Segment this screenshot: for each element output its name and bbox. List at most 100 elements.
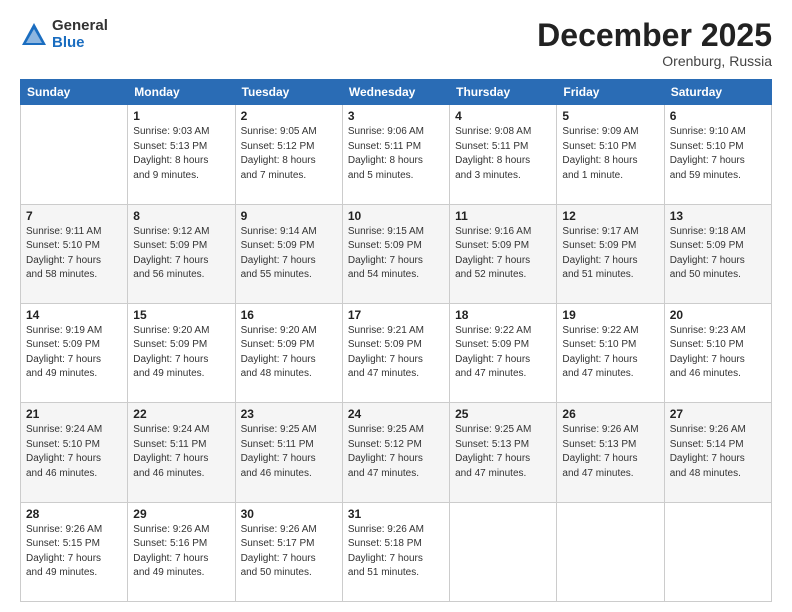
calendar-cell: 4 Sunrise: 9:08 AM Sunset: 5:11 PM Daylig… [450, 105, 557, 204]
calendar-cell [21, 105, 128, 204]
day-info: Sunrise: 9:26 AM Sunset: 5:17 PM Dayligh… [241, 523, 337, 581]
day-info: Sunrise: 9:11 AM Sunset: 5:10 PM Dayligh… [26, 225, 122, 283]
day-info: Sunrise: 9:22 AM Sunset: 5:09 PM Dayligh… [455, 324, 551, 382]
calendar-cell: 11 Sunrise: 9:16 AM Sunset: 5:09 PM Dayli… [450, 204, 557, 303]
calendar-cell: 25 Sunrise: 9:25 AM Sunset: 5:13 PM Dayli… [450, 403, 557, 502]
day-number: 6 [670, 109, 766, 123]
calendar-cell: 5Sunrise: 9:09 AM Sunset: 5:10 PM Daylig… [557, 105, 664, 204]
calendar-header: SundayMondayTuesdayWednesdayThursdayFrid… [21, 80, 772, 105]
calendar-cell: 8 Sunrise: 9:12 AM Sunset: 5:09 PM Daylig… [128, 204, 235, 303]
day-number: 16 [241, 308, 337, 322]
calendar-cell: 14 Sunrise: 9:19 AM Sunset: 5:09 PM Dayli… [21, 303, 128, 402]
header: General Blue December 2025 Orenburg, Rus… [20, 18, 772, 69]
calendar-cell: 6 Sunrise: 9:10 AM Sunset: 5:10 PM Daylig… [664, 105, 771, 204]
day-number: 27 [670, 407, 766, 421]
calendar-body: 1 Sunrise: 9:03 AM Sunset: 5:13 PM Daylig… [21, 105, 772, 602]
calendar-cell [664, 502, 771, 601]
day-info: Sunrise: 9:25 AM Sunset: 5:13 PM Dayligh… [455, 423, 551, 481]
calendar-cell: 9 Sunrise: 9:14 AM Sunset: 5:09 PM Daylig… [235, 204, 342, 303]
calendar-cell: 27 Sunrise: 9:26 AM Sunset: 5:14 PM Dayli… [664, 403, 771, 502]
calendar-cell: 15 Sunrise: 9:20 AM Sunset: 5:09 PM Dayli… [128, 303, 235, 402]
calendar-cell [450, 502, 557, 601]
day-info: Sunrise: 9:19 AM Sunset: 5:09 PM Dayligh… [26, 324, 122, 382]
day-info: Sunrise: 9:26 AM Sunset: 5:18 PM Dayligh… [348, 523, 444, 581]
day-info: Sunrise: 9:10 AM Sunset: 5:10 PM Dayligh… [670, 125, 766, 183]
day-number: 17 [348, 308, 444, 322]
day-info: Sunrise: 9:21 AM Sunset: 5:09 PM Dayligh… [348, 324, 444, 382]
day-number: 23 [241, 407, 337, 421]
calendar-cell: 28Sunrise: 9:26 AM Sunset: 5:15 PM Dayli… [21, 502, 128, 601]
day-number: 25 [455, 407, 551, 421]
day-info: Sunrise: 9:26 AM Sunset: 5:16 PM Dayligh… [133, 523, 229, 581]
col-header-sunday: Sunday [21, 80, 128, 105]
calendar-cell: 30 Sunrise: 9:26 AM Sunset: 5:17 PM Dayli… [235, 502, 342, 601]
day-info: Sunrise: 9:24 AM Sunset: 5:11 PM Dayligh… [133, 423, 229, 481]
day-number: 4 [455, 109, 551, 123]
col-header-friday: Friday [557, 80, 664, 105]
day-number: 14 [26, 308, 122, 322]
calendar-cell: 19Sunrise: 9:22 AM Sunset: 5:10 PM Dayli… [557, 303, 664, 402]
week-row-3: 21Sunrise: 9:24 AM Sunset: 5:10 PM Dayli… [21, 403, 772, 502]
day-info: Sunrise: 9:08 AM Sunset: 5:11 PM Dayligh… [455, 125, 551, 183]
day-number: 1 [133, 109, 229, 123]
day-info: Sunrise: 9:03 AM Sunset: 5:13 PM Dayligh… [133, 125, 229, 183]
col-header-wednesday: Wednesday [342, 80, 449, 105]
day-number: 7 [26, 209, 122, 223]
day-number: 21 [26, 407, 122, 421]
calendar-cell: 2 Sunrise: 9:05 AM Sunset: 5:12 PM Daylig… [235, 105, 342, 204]
calendar-cell: 13Sunrise: 9:18 AM Sunset: 5:09 PM Dayli… [664, 204, 771, 303]
day-info: Sunrise: 9:26 AM Sunset: 5:14 PM Dayligh… [670, 423, 766, 481]
day-info: Sunrise: 9:17 AM Sunset: 5:09 PM Dayligh… [562, 225, 658, 283]
col-header-tuesday: Tuesday [235, 80, 342, 105]
day-info: Sunrise: 9:25 AM Sunset: 5:11 PM Dayligh… [241, 423, 337, 481]
day-number: 8 [133, 209, 229, 223]
calendar-cell: 31 Sunrise: 9:26 AM Sunset: 5:18 PM Dayli… [342, 502, 449, 601]
calendar-cell: 18Sunrise: 9:22 AM Sunset: 5:09 PM Dayli… [450, 303, 557, 402]
title-block: December 2025 Orenburg, Russia [537, 18, 772, 69]
calendar-cell: 20Sunrise: 9:23 AM Sunset: 5:10 PM Dayli… [664, 303, 771, 402]
day-info: Sunrise: 9:09 AM Sunset: 5:10 PM Dayligh… [562, 125, 658, 183]
day-number: 30 [241, 507, 337, 521]
calendar-cell: 7 Sunrise: 9:11 AM Sunset: 5:10 PM Daylig… [21, 204, 128, 303]
logo-text: General Blue [52, 18, 108, 51]
day-info: Sunrise: 9:12 AM Sunset: 5:09 PM Dayligh… [133, 225, 229, 283]
week-row-4: 28Sunrise: 9:26 AM Sunset: 5:15 PM Dayli… [21, 502, 772, 601]
calendar-cell: 1 Sunrise: 9:03 AM Sunset: 5:13 PM Daylig… [128, 105, 235, 204]
calendar-cell: 22 Sunrise: 9:24 AM Sunset: 5:11 PM Dayli… [128, 403, 235, 502]
calendar-cell: 17 Sunrise: 9:21 AM Sunset: 5:09 PM Dayli… [342, 303, 449, 402]
day-number: 12 [562, 209, 658, 223]
day-number: 19 [562, 308, 658, 322]
day-number: 28 [26, 507, 122, 521]
calendar-header-row: SundayMondayTuesdayWednesdayThursdayFrid… [21, 80, 772, 105]
calendar-cell: 29Sunrise: 9:26 AM Sunset: 5:16 PM Dayli… [128, 502, 235, 601]
day-info: Sunrise: 9:18 AM Sunset: 5:09 PM Dayligh… [670, 225, 766, 283]
day-info: Sunrise: 9:15 AM Sunset: 5:09 PM Dayligh… [348, 225, 444, 283]
day-info: Sunrise: 9:05 AM Sunset: 5:12 PM Dayligh… [241, 125, 337, 183]
day-info: Sunrise: 9:20 AM Sunset: 5:09 PM Dayligh… [241, 324, 337, 382]
day-number: 22 [133, 407, 229, 421]
logo-icon [20, 21, 48, 49]
day-number: 15 [133, 308, 229, 322]
day-info: Sunrise: 9:06 AM Sunset: 5:11 PM Dayligh… [348, 125, 444, 183]
calendar-cell: 3Sunrise: 9:06 AM Sunset: 5:11 PM Daylig… [342, 105, 449, 204]
col-header-saturday: Saturday [664, 80, 771, 105]
day-number: 24 [348, 407, 444, 421]
month-title: December 2025 [537, 18, 772, 53]
calendar-cell: 24 Sunrise: 9:25 AM Sunset: 5:12 PM Dayli… [342, 403, 449, 502]
week-row-0: 1 Sunrise: 9:03 AM Sunset: 5:13 PM Daylig… [21, 105, 772, 204]
day-info: Sunrise: 9:20 AM Sunset: 5:09 PM Dayligh… [133, 324, 229, 382]
calendar-cell: 12 Sunrise: 9:17 AM Sunset: 5:09 PM Dayli… [557, 204, 664, 303]
day-number: 9 [241, 209, 337, 223]
day-number: 11 [455, 209, 551, 223]
calendar-cell: 10Sunrise: 9:15 AM Sunset: 5:09 PM Dayli… [342, 204, 449, 303]
logo-general: General [52, 18, 108, 35]
location-subtitle: Orenburg, Russia [537, 53, 772, 69]
day-info: Sunrise: 9:14 AM Sunset: 5:09 PM Dayligh… [241, 225, 337, 283]
day-number: 31 [348, 507, 444, 521]
day-info: Sunrise: 9:16 AM Sunset: 5:09 PM Dayligh… [455, 225, 551, 283]
day-info: Sunrise: 9:25 AM Sunset: 5:12 PM Dayligh… [348, 423, 444, 481]
week-row-2: 14 Sunrise: 9:19 AM Sunset: 5:09 PM Dayli… [21, 303, 772, 402]
calendar-table: SundayMondayTuesdayWednesdayThursdayFrid… [20, 79, 772, 602]
day-number: 2 [241, 109, 337, 123]
calendar-cell: 16 Sunrise: 9:20 AM Sunset: 5:09 PM Dayli… [235, 303, 342, 402]
